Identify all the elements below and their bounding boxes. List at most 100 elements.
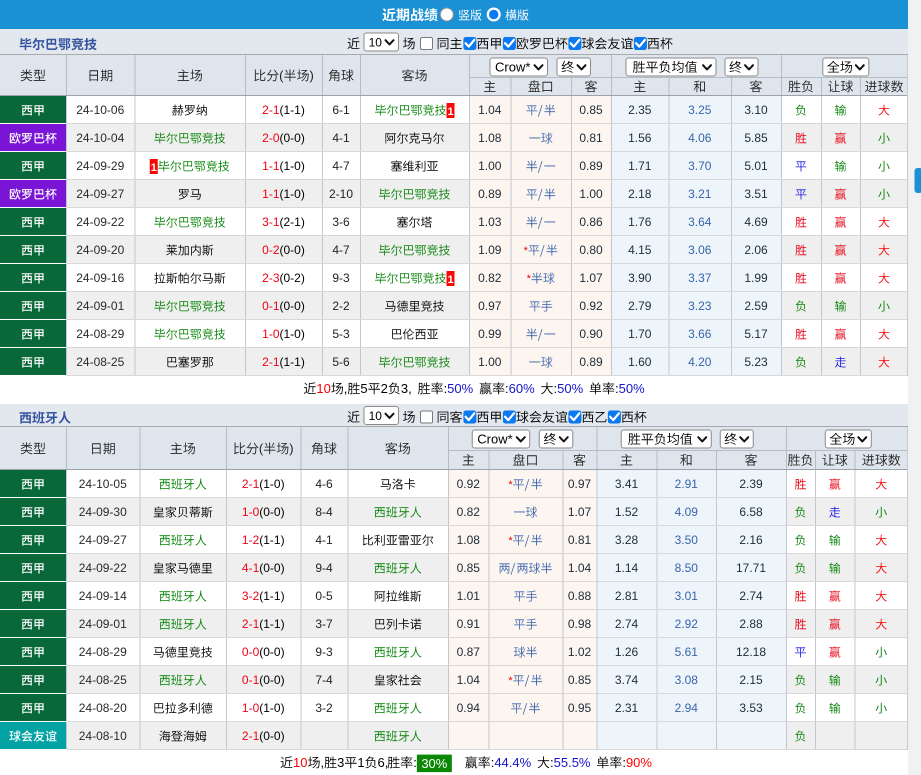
- svg-text:1: 1: [447, 274, 453, 286]
- svg-text:0.98: 0.98: [568, 617, 592, 631]
- svg-text:(0-0): (0-0): [259, 561, 284, 575]
- svg-text:24-09-14: 24-09-14: [79, 589, 127, 603]
- svg-text:): ): [310, 68, 314, 83]
- svg-text:0.89: 0.89: [579, 355, 603, 369]
- svg-text:3.08: 3.08: [675, 673, 699, 687]
- svg-text:3,: 3,: [401, 381, 412, 396]
- svg-text:1.00: 1.00: [478, 355, 502, 369]
- svg-text:1: 1: [151, 162, 157, 174]
- svg-text:0-0: 0-0: [242, 645, 260, 659]
- svg-text:0.85: 0.85: [579, 103, 603, 117]
- svg-text:3.37: 3.37: [688, 271, 712, 285]
- svg-text:2-2: 2-2: [332, 299, 350, 313]
- svg-text:1-0: 1-0: [262, 327, 280, 341]
- svg-text:): ): [289, 441, 293, 456]
- svg-text:,: ,: [320, 755, 324, 770]
- svg-text:10: 10: [316, 381, 330, 396]
- svg-text:1: 1: [357, 755, 364, 770]
- svg-text:0.87: 0.87: [457, 645, 481, 659]
- svg-text:12.18: 12.18: [736, 645, 766, 659]
- svg-text:0.82: 0.82: [478, 271, 502, 285]
- svg-text:0-2: 0-2: [262, 243, 280, 257]
- svg-text:1-1: 1-1: [262, 159, 280, 173]
- svg-text:1.00: 1.00: [478, 159, 502, 173]
- svg-text:3-1: 3-1: [262, 215, 280, 229]
- svg-text:(1-0): (1-0): [259, 701, 284, 715]
- svg-text:5-3: 5-3: [332, 327, 350, 341]
- svg-text:24-10-05: 24-10-05: [79, 477, 127, 491]
- svg-text:3.90: 3.90: [628, 271, 652, 285]
- svg-text:2.06: 2.06: [744, 243, 768, 257]
- svg-text:10: 10: [293, 755, 307, 770]
- svg-text:6.58: 6.58: [739, 505, 763, 519]
- svg-text:10: 10: [369, 409, 383, 423]
- svg-text:9-3: 9-3: [315, 645, 333, 659]
- svg-text:(0-0): (0-0): [259, 673, 284, 687]
- svg-text:(0-0): (0-0): [259, 729, 284, 743]
- svg-text:(2-1): (2-1): [280, 215, 305, 229]
- svg-text:1.00: 1.00: [579, 187, 603, 201]
- svg-text:24-09-01: 24-09-01: [79, 617, 127, 631]
- svg-text:24-10-06: 24-10-06: [76, 103, 124, 117]
- svg-text:0.88: 0.88: [568, 589, 592, 603]
- svg-text:Crow*: Crow*: [495, 60, 530, 75]
- svg-text:3.70: 3.70: [688, 159, 712, 173]
- svg-text:2.74: 2.74: [739, 589, 763, 603]
- svg-text:1-2: 1-2: [242, 533, 260, 547]
- svg-text:0.92: 0.92: [579, 299, 603, 313]
- svg-text:0.94: 0.94: [457, 701, 481, 715]
- svg-text:*: *: [527, 273, 532, 285]
- svg-text:*: *: [524, 245, 529, 257]
- svg-text:6-1: 6-1: [332, 103, 350, 117]
- svg-text:1.04: 1.04: [457, 673, 481, 687]
- svg-text:5.85: 5.85: [744, 131, 768, 145]
- svg-text:5-6: 5-6: [332, 355, 350, 369]
- svg-text:5.01: 5.01: [744, 159, 768, 173]
- svg-text:0.89: 0.89: [478, 187, 502, 201]
- svg-text:4.69: 4.69: [744, 215, 768, 229]
- svg-text:2-1: 2-1: [242, 477, 260, 491]
- svg-text:1.60: 1.60: [628, 355, 652, 369]
- svg-text:2.16: 2.16: [739, 533, 763, 547]
- svg-text:3.06: 3.06: [688, 243, 712, 257]
- svg-text:17.71: 17.71: [736, 561, 766, 575]
- svg-text:2-1: 2-1: [242, 617, 260, 631]
- svg-text:2.18: 2.18: [628, 187, 652, 201]
- svg-text:24-08-25: 24-08-25: [76, 355, 124, 369]
- svg-text:(1-1): (1-1): [280, 355, 305, 369]
- svg-text:4-7: 4-7: [332, 159, 350, 173]
- svg-text:1.52: 1.52: [615, 505, 639, 519]
- svg-text:2-1: 2-1: [242, 729, 260, 743]
- svg-text:0-1: 0-1: [262, 299, 280, 313]
- svg-text:0.85: 0.85: [457, 561, 481, 575]
- svg-text:3-6: 3-6: [332, 215, 350, 229]
- svg-text:4.06: 4.06: [688, 131, 712, 145]
- svg-text:(0-0): (0-0): [280, 299, 305, 313]
- svg-text:5.17: 5.17: [744, 327, 768, 341]
- svg-text:1.02: 1.02: [568, 645, 592, 659]
- svg-text:(1-1): (1-1): [259, 617, 284, 631]
- svg-text:2-0: 2-0: [262, 131, 280, 145]
- svg-text:6,: 6,: [378, 755, 389, 770]
- svg-text:24-08-29: 24-08-29: [79, 645, 127, 659]
- svg-text:,: ,: [344, 381, 348, 396]
- svg-text:2.15: 2.15: [739, 673, 763, 687]
- svg-text:2-1: 2-1: [262, 103, 280, 117]
- svg-text:1-0: 1-0: [242, 505, 260, 519]
- svg-text:3.64: 3.64: [688, 215, 712, 229]
- svg-text:30%: 30%: [421, 756, 447, 771]
- svg-text:1.07: 1.07: [568, 505, 592, 519]
- svg-text:4.15: 4.15: [628, 243, 652, 257]
- svg-text:3-2: 3-2: [315, 701, 333, 715]
- svg-text:4-1: 4-1: [315, 533, 333, 547]
- svg-text:3.41: 3.41: [615, 477, 639, 491]
- svg-text:2.94: 2.94: [675, 701, 699, 715]
- svg-text:0.80: 0.80: [579, 243, 603, 257]
- svg-text:90%: 90%: [626, 755, 652, 770]
- svg-text:1.03: 1.03: [478, 215, 502, 229]
- svg-text:3-2: 3-2: [242, 589, 260, 603]
- svg-text:9-4: 9-4: [315, 561, 333, 575]
- svg-text:0-1: 0-1: [242, 673, 260, 687]
- svg-text:7-4: 7-4: [315, 673, 333, 687]
- svg-text:1.08: 1.08: [457, 533, 481, 547]
